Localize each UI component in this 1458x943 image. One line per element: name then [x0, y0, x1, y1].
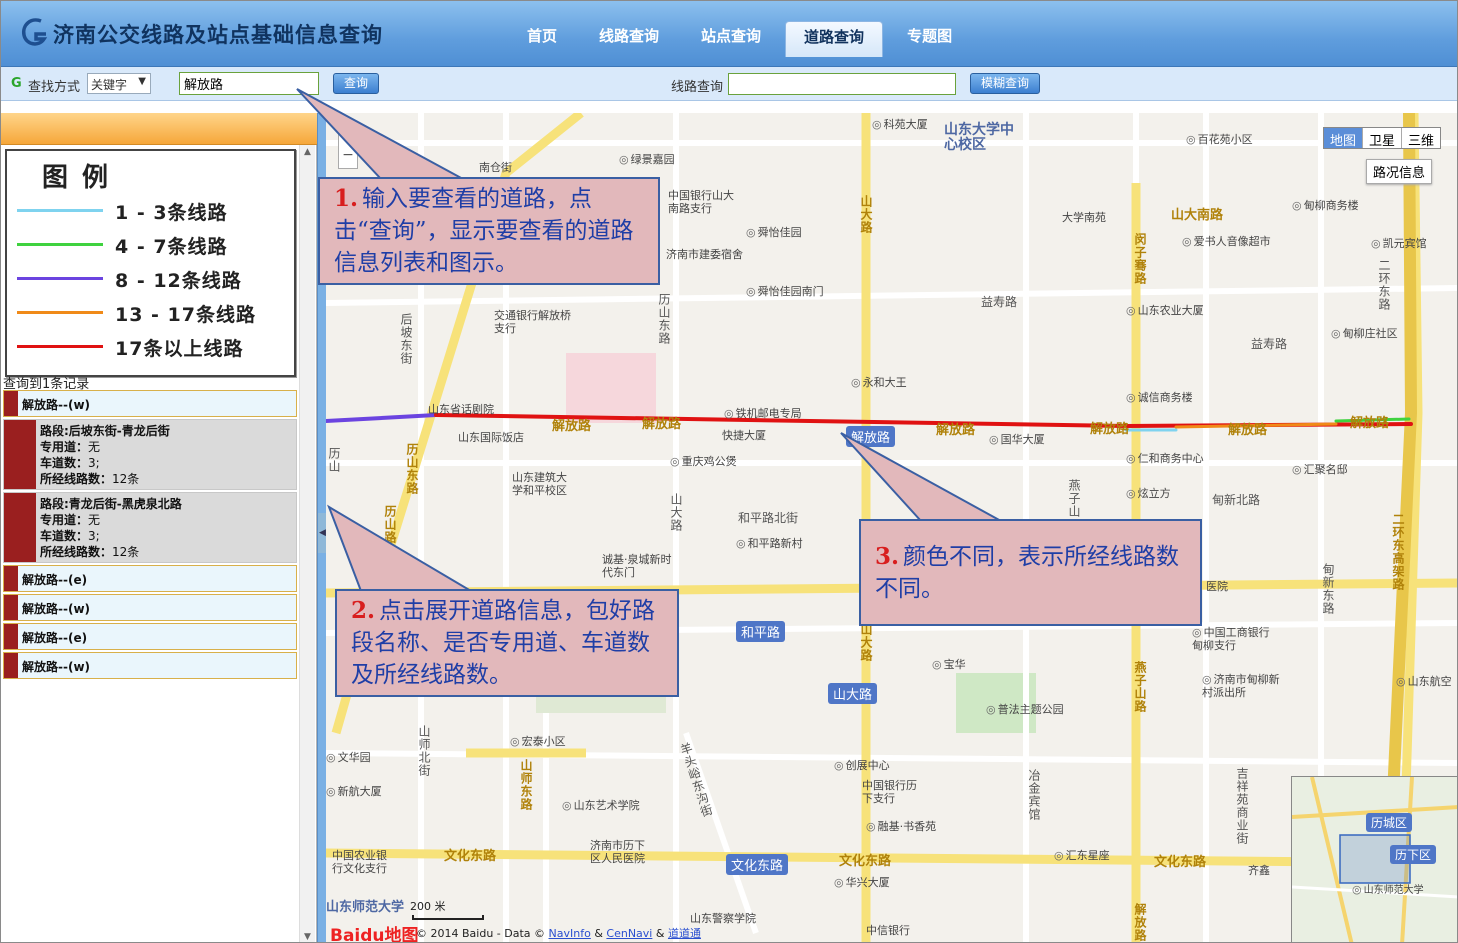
callout-number: 2. [351, 597, 376, 624]
callout-1: 1. 输入要查看的道路，点击“查询”，显示要查看的道路信息列表和图示。 [318, 177, 660, 285]
callout-pointers [296, 88, 1002, 592]
callout-text: 点击展开道路信息，包好路段名称、是否专用道、车道数及所经线路数。 [351, 598, 656, 688]
callout-text: 颜色不同，表示所经线路数不同。 [875, 544, 1180, 602]
callout-number: 1. [334, 185, 359, 212]
app-window: 济南公交线路及站点基础信息查询 首页 线路查询 站点查询 道路查询 专题图 G … [0, 0, 1458, 943]
callout-3: 3. 颜色不同，表示所经线路数不同。 [859, 519, 1202, 626]
callout-text: 输入要查看的道路，点击“查询”，显示要查看的道路信息列表和图示。 [334, 186, 634, 276]
callout-number: 3. [875, 543, 900, 570]
callout-2: 2. 点击展开道路信息，包好路段名称、是否专用道、车道数及所经线路数。 [335, 589, 679, 697]
